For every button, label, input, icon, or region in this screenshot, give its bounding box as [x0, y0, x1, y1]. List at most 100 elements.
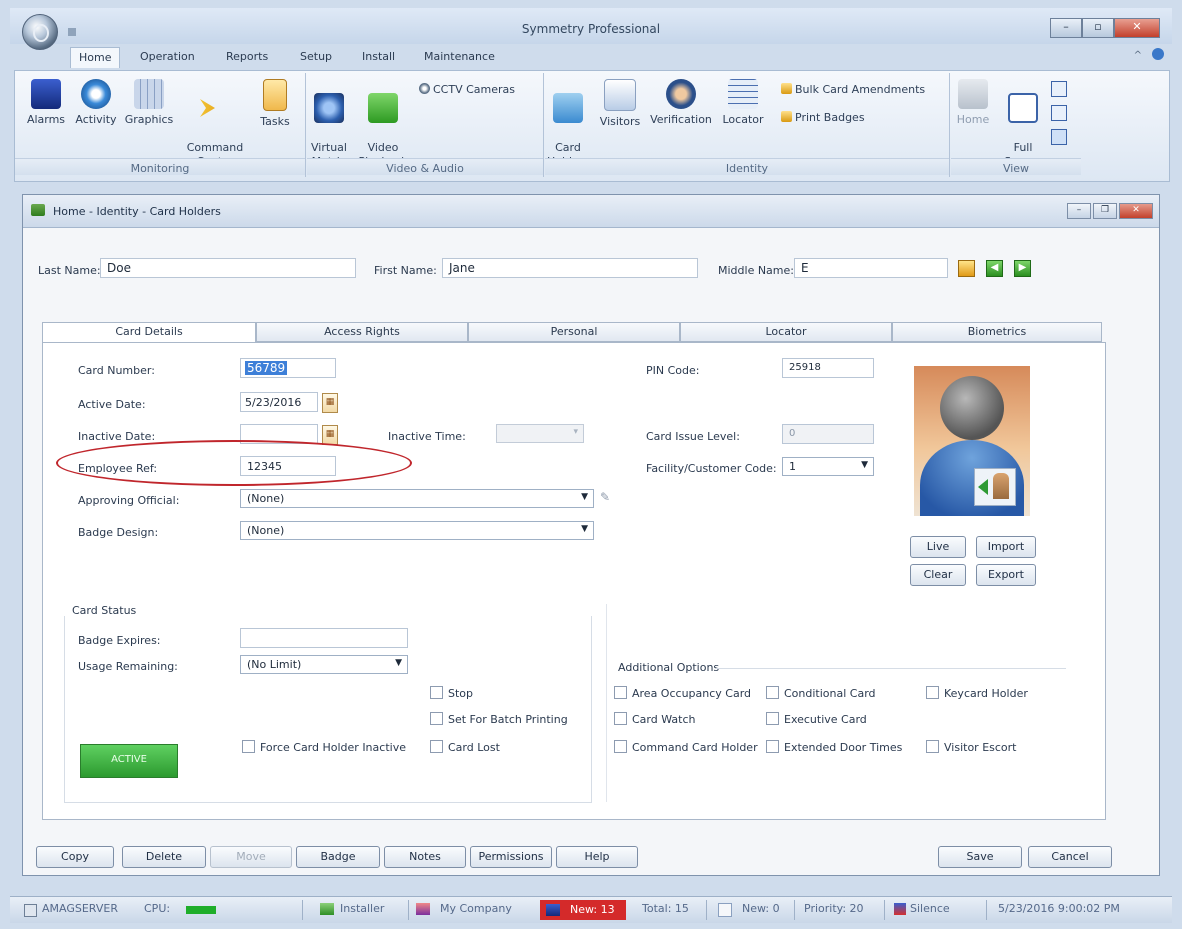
- card-issue-level-field[interactable]: 0: [782, 424, 874, 444]
- maximize-button[interactable]: ▫: [1082, 18, 1114, 38]
- tab-personal[interactable]: Personal: [468, 322, 680, 342]
- child-minimize-button[interactable]: –: [1067, 203, 1091, 219]
- active-date-field[interactable]: 5/23/2016: [240, 392, 318, 412]
- graphics-button[interactable]: Graphics: [123, 77, 175, 127]
- move-button[interactable]: Move: [210, 846, 292, 868]
- verification-button[interactable]: Verification: [647, 77, 715, 127]
- silence-icon[interactable]: [894, 903, 906, 915]
- visitors-button[interactable]: Visitors: [597, 77, 643, 129]
- search-official-icon[interactable]: ✎: [600, 490, 614, 504]
- export-photo-button[interactable]: Export: [976, 564, 1036, 586]
- status-datetime: 5/23/2016 9:00:02 PM: [998, 902, 1120, 915]
- badge-expires-field[interactable]: [240, 628, 408, 648]
- ribbon-tab-maintenance[interactable]: Maintenance: [424, 50, 495, 63]
- bulk-card-amendments-button[interactable]: Bulk Card Amendments: [781, 83, 925, 96]
- card-holders-button[interactable]: Card Holders: [545, 77, 591, 169]
- active-date-calendar-icon[interactable]: ▦: [322, 393, 338, 413]
- badge-design-combo[interactable]: (None) ▼: [240, 521, 594, 540]
- stop-checkbox[interactable]: Stop: [430, 686, 473, 700]
- ribbon-tab-install[interactable]: Install: [362, 50, 395, 63]
- cctv-cameras-button[interactable]: CCTV Cameras: [419, 83, 515, 96]
- pin-code-field[interactable]: 25918: [782, 358, 874, 378]
- silence-button[interactable]: Silence: [910, 902, 950, 915]
- copy-button[interactable]: Copy: [36, 846, 114, 868]
- child-close-button[interactable]: ✕: [1119, 203, 1153, 219]
- first-name-field[interactable]: Jane: [442, 258, 698, 278]
- print-badges-button[interactable]: Print Badges: [781, 111, 865, 124]
- clear-photo-button[interactable]: Clear: [910, 564, 966, 586]
- verification-icon: [666, 79, 696, 109]
- card-number-field[interactable]: 56789: [240, 358, 336, 378]
- force-inactive-checkbox[interactable]: Force Card Holder Inactive: [242, 740, 406, 754]
- child-restore-button[interactable]: ❐: [1093, 203, 1117, 219]
- pin-code-label: PIN Code:: [646, 364, 700, 377]
- window-icon: [31, 204, 45, 216]
- conditional-card-checkbox[interactable]: Conditional Card: [766, 686, 876, 700]
- new-alarms-badge[interactable]: New: 13: [540, 900, 626, 920]
- virtual-matrix-icon: [314, 93, 344, 123]
- additional-options-rule: [716, 668, 1066, 669]
- keycard-holder-checkbox[interactable]: Keycard Holder: [926, 686, 1028, 700]
- next-record-icon[interactable]: ▶: [1014, 260, 1031, 277]
- tab-biometrics[interactable]: Biometrics: [892, 322, 1102, 342]
- checkbox-box: [614, 712, 627, 725]
- extended-door-times-checkbox[interactable]: Extended Door Times: [766, 740, 902, 754]
- tile-vertical-icon[interactable]: [1051, 81, 1067, 97]
- window-controls: – ▫ ✕: [1050, 18, 1160, 38]
- usage-remaining-combo[interactable]: (No Limit) ▼: [240, 655, 408, 674]
- close-button[interactable]: ✕: [1114, 18, 1160, 38]
- batch-printing-checkbox[interactable]: Set For Batch Printing: [430, 712, 568, 726]
- home-view-button[interactable]: Home: [951, 77, 995, 127]
- visitor-escort-checkbox[interactable]: Visitor Escort: [926, 740, 1016, 754]
- card-lost-checkbox[interactable]: Card Lost: [430, 740, 500, 754]
- activity-button[interactable]: Activity: [71, 77, 121, 127]
- middle-name-field[interactable]: E: [794, 258, 948, 278]
- minimize-button[interactable]: –: [1050, 18, 1082, 38]
- delete-button[interactable]: Delete: [122, 846, 206, 868]
- permissions-button[interactable]: Permissions: [470, 846, 552, 868]
- help-button[interactable]: Help: [556, 846, 638, 868]
- ribbon-collapse-icon[interactable]: ^: [1134, 50, 1142, 61]
- command-center-button[interactable]: Command Center: [177, 77, 253, 169]
- tasks-button[interactable]: Tasks: [253, 77, 297, 129]
- tab-card-details[interactable]: Card Details: [42, 322, 256, 344]
- executive-card-checkbox[interactable]: Executive Card: [766, 712, 867, 726]
- approving-official-combo[interactable]: (None) ▼: [240, 489, 594, 508]
- live-photo-button[interactable]: Live: [910, 536, 966, 558]
- ribbon-tab-reports[interactable]: Reports: [226, 50, 268, 63]
- notes-button[interactable]: Notes: [384, 846, 466, 868]
- tab-locator[interactable]: Locator: [680, 322, 892, 342]
- application-orb-icon[interactable]: [22, 14, 58, 50]
- tab-access-rights[interactable]: Access Rights: [256, 322, 468, 342]
- help-icon[interactable]: [1152, 48, 1164, 60]
- locator-button[interactable]: Locator: [717, 77, 769, 127]
- inactive-date-calendar-icon[interactable]: ▦: [322, 425, 338, 445]
- full-screen-button[interactable]: Full Screen: [1001, 77, 1045, 169]
- alarms-button[interactable]: Alarms: [21, 77, 71, 127]
- facility-code-combo[interactable]: 1 ▼: [782, 457, 874, 476]
- active-status-button[interactable]: ACTIVE: [80, 744, 178, 778]
- area-occupancy-checkbox[interactable]: Area Occupancy Card: [614, 686, 751, 700]
- cascade-icon[interactable]: [1051, 129, 1067, 145]
- badge-button[interactable]: Badge: [296, 846, 380, 868]
- inactive-time-combo[interactable]: ▾: [496, 424, 584, 443]
- previous-record-icon[interactable]: ◀: [986, 260, 1003, 277]
- import-photo-button[interactable]: Import: [976, 536, 1036, 558]
- tile-horizontal-icon[interactable]: [1051, 105, 1067, 121]
- ribbon-tab-home[interactable]: Home: [70, 47, 121, 68]
- server-name: AMAGSERVER: [42, 902, 118, 915]
- video-playback-button[interactable]: Video Playback: [355, 77, 411, 169]
- usage-remaining-label: Usage Remaining:: [78, 660, 178, 673]
- virtual-matrix-button[interactable]: Virtual Matrix: [309, 77, 349, 169]
- checkbox-box: [430, 686, 443, 699]
- ribbon-tab-setup[interactable]: Setup: [300, 50, 332, 63]
- edit-record-icon[interactable]: [958, 260, 975, 277]
- installer-user: Installer: [340, 902, 385, 915]
- quick-access-icon[interactable]: [68, 28, 76, 36]
- cancel-button[interactable]: Cancel: [1028, 846, 1112, 868]
- ribbon-tab-operation[interactable]: Operation: [140, 50, 195, 63]
- last-name-field[interactable]: Doe: [100, 258, 356, 278]
- save-button[interactable]: Save: [938, 846, 1022, 868]
- command-card-holder-checkbox[interactable]: Command Card Holder: [614, 740, 758, 754]
- card-watch-checkbox[interactable]: Card Watch: [614, 712, 695, 726]
